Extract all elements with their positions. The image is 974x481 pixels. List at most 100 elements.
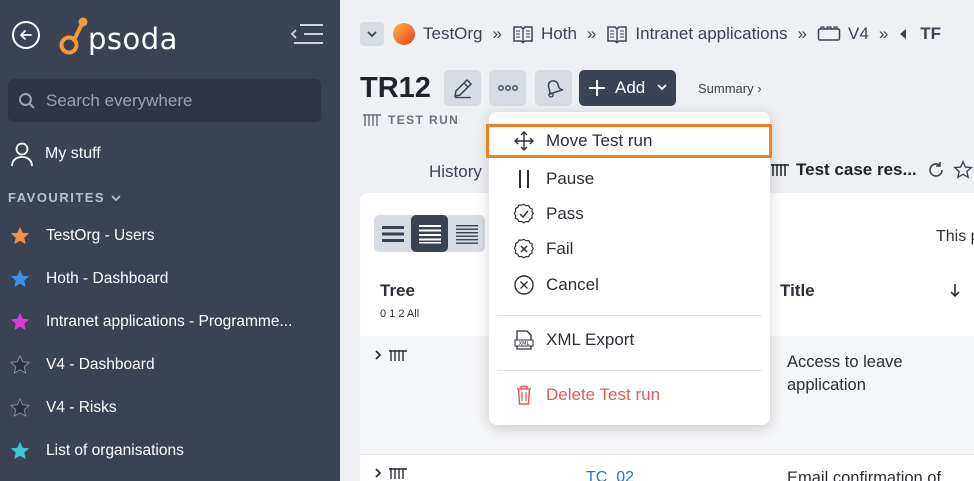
edit-button[interactable] [444,70,481,106]
view-comfortable-button[interactable] [374,215,411,252]
favourite-item[interactable]: V4 - Dashboard [9,343,329,386]
favourite-item[interactable]: Hoth - Dashboard [9,257,329,300]
search-input[interactable] [46,90,306,111]
row-id-link[interactable]: TC_02 [586,469,634,481]
breadcrumb-dropdown-button[interactable] [360,22,384,46]
test-run-icon [771,164,789,176]
row-divider [360,454,974,455]
chevron-right-icon [375,468,382,478]
menu-item-pause[interactable]: Pause [489,162,770,196]
list-large-icon [381,225,404,242]
menu-divider [497,315,762,316]
breadcrumb-item-hoth[interactable]: Hoth [512,24,577,44]
favourite-label: TestOrg - Users [46,226,155,244]
favourites-header[interactable]: FAVOURITES [8,190,123,205]
menu-item-pass[interactable]: Pass [489,197,770,231]
more-options-menu: Move Test run Pause Pass Fail Cancel XML… [486,112,772,425]
search-icon [19,92,35,109]
row-expand-toggle[interactable] [374,466,408,480]
row-title: Email confirmation of [787,469,942,481]
breadcrumb-item-intranet-applications[interactable]: Intranet applications [606,24,788,44]
tree-level-selector[interactable]: 0 1 2 All [380,308,419,320]
watch-button[interactable] [535,70,572,106]
bell-icon [547,80,563,98]
breadcrumb-label: Hoth [541,24,577,43]
star-outline-icon[interactable] [952,160,973,180]
book-icon [513,26,533,44]
column-header-title[interactable]: Title [780,281,815,301]
book-icon [607,26,628,44]
test-run-icon [363,114,381,126]
fail-icon [513,238,535,260]
xml-icon: XML [513,329,535,351]
cancel-icon [513,274,535,296]
page-subtitle: TEST RUN [362,112,459,128]
breadcrumb-separator: » [586,24,597,43]
menu-item-cancel[interactable]: Cancel [489,268,770,302]
favourite-label: Hoth - Dashboard [46,269,169,287]
move-icon [513,130,535,152]
org-logo-icon [393,23,415,45]
back-button[interactable] [12,21,40,49]
view-density-toggle [374,215,485,252]
favourites-list: TestOrg - Users Hoth - Dashboard Intrane… [9,214,329,472]
star-icon [10,269,30,287]
search-box[interactable] [8,79,321,122]
breadcrumb-separator: » [797,24,808,43]
page-title: TR12 [360,72,431,104]
row-title: Access to leave application [787,353,903,394]
list-medium-icon [418,224,441,243]
add-button[interactable]: Add [579,70,676,106]
chevron-down-icon [657,84,667,91]
breadcrumb-current: TF [920,24,942,43]
list-small-icon [455,224,478,244]
favourite-item[interactable]: TestOrg - Users [9,214,329,257]
menu-item-label: Delete Test run [546,385,661,404]
menu-item-delete-test-run[interactable]: Delete Test run [489,378,770,412]
favourite-label: V4 - Risks [46,398,117,416]
star-icon [10,441,30,459]
menu-item-label: Move Test run [546,131,653,150]
menu-item-xml-export[interactable]: XML XML Export [489,323,770,357]
logo-text: psoda [88,22,178,56]
more-options-button[interactable] [489,70,526,106]
view-compact-button[interactable] [448,215,485,252]
column-header-tree[interactable]: Tree [380,281,415,301]
caret-left-icon[interactable] [898,28,908,40]
my-stuff-link[interactable]: My stuff [9,141,101,167]
refresh-icon[interactable] [927,161,945,179]
breadcrumb-label: TestOrg [423,24,483,43]
favourite-item[interactable]: List of organisations [9,429,329,472]
menu-item-move-test-run[interactable]: Move Test run [486,124,772,158]
psoda-logo[interactable]: psoda [58,14,178,58]
tab-history[interactable]: History [429,162,482,182]
menu-item-label: XML Export [546,330,635,349]
breadcrumb-label: Intranet applications [635,24,788,43]
menu-item-label: Pass [546,204,584,223]
favourites-label: FAVOURITES [8,190,106,205]
breadcrumb-item-v4[interactable]: V4 [817,24,869,44]
pass-icon [513,203,535,225]
breadcrumb: TestOrg » Hoth » Intranet applications »… [360,22,941,46]
more-dots-icon [497,85,518,91]
pause-icon [513,168,535,190]
folder-icon [817,26,841,41]
tab-label: Test case res... [796,160,917,179]
plus-icon [589,80,605,96]
summary-link[interactable]: Summary › [698,81,762,96]
view-normal-button[interactable] [411,215,448,252]
chevron-right-icon [375,350,382,360]
star-icon [9,397,31,417]
menu-item-label: Cancel [546,275,599,294]
favourite-label: V4 - Dashboard [46,355,155,373]
psoda-logo-icon [59,17,88,55]
row-expand-toggle[interactable] [374,348,408,362]
add-button-label: Add [615,78,646,97]
favourite-item[interactable]: V4 - Risks [9,386,329,429]
sidebar-collapse-button[interactable] [290,22,324,51]
tab-test-case-results[interactable]: Test case res... [770,160,973,180]
breadcrumb-item-testorg[interactable]: TestOrg [392,22,483,46]
favourite-item[interactable]: Intranet applications - Programme... [9,300,329,343]
sort-descending-icon[interactable] [948,281,962,299]
menu-item-fail[interactable]: Fail [489,232,770,266]
